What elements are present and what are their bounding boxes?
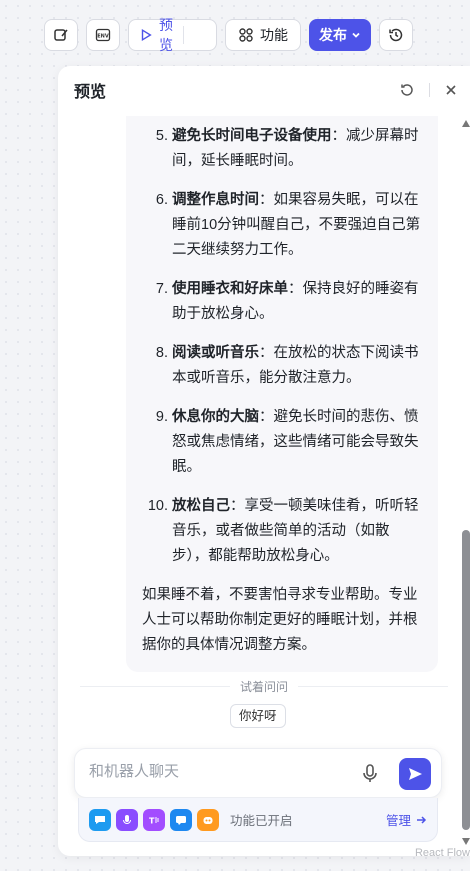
list-item: 6. 调整作息时间：如果容易失眠，可以在睡前10分钟叫醒自己，不要强迫自己第二天继… xyxy=(155,192,421,258)
scroll-down-arrow[interactable] xyxy=(462,838,470,845)
top-toolbar: ENV 预览 功能 发布 xyxy=(44,17,413,53)
tips-list: 5. 避免长时间电子设备使用：减少屏幕时间，延长睡眠时间。 6. 调整作息时间：如果… xyxy=(142,124,422,569)
preview-button[interactable]: 预览 xyxy=(129,17,183,53)
svg-text:ENV: ENV xyxy=(97,34,109,40)
chat-bubble-icon[interactable] xyxy=(89,808,111,831)
chevron-down-icon xyxy=(352,32,360,38)
list-item: 5. 避免长时间电子设备使用：减少屏幕时间，延长睡眠时间。 xyxy=(155,128,419,169)
try-ask-divider: 试着问问 xyxy=(58,678,470,695)
env-icon: ENV xyxy=(95,28,111,42)
send-icon xyxy=(409,768,422,780)
debug-button[interactable] xyxy=(184,20,200,50)
publish-button[interactable]: 发布 xyxy=(309,19,371,51)
list-button[interactable] xyxy=(200,20,216,50)
divider xyxy=(429,83,430,97)
feature-button[interactable]: 功能 xyxy=(225,19,301,51)
preview-label: 预览 xyxy=(159,17,173,53)
plugin-status: 功能已开启 xyxy=(230,814,293,828)
list-item: 8. 阅读或听音乐：在放松的状态下阅读书本或听音乐，能分散注意力。 xyxy=(155,345,419,386)
robot-icon[interactable] xyxy=(197,808,219,831)
chat-input[interactable] xyxy=(89,763,329,780)
chat-window-icon[interactable] xyxy=(170,808,192,831)
bot-message: 5. 避免长时间电子设备使用：减少屏幕时间，延长睡眠时间。 6. 调整作息时间：如果… xyxy=(126,116,438,672)
play-icon xyxy=(141,28,152,42)
panel-title: 预览 xyxy=(74,84,107,101)
text-to-speech-icon[interactable]: T xyxy=(143,808,165,831)
closing-paragraph: 如果睡不着，不要害怕寻求专业帮助。专业人士可以帮助你制定更好的睡眠计划，并根据你… xyxy=(142,587,418,653)
send-button[interactable] xyxy=(399,758,431,790)
grid-icon xyxy=(239,28,253,42)
edit-note-icon xyxy=(54,29,68,41)
list-item: 10. 放松自己：享受一顿美味佳肴，听听轻音乐，或者做些简单的活动（如散步），都能… xyxy=(147,498,419,564)
edit-icon-button[interactable] xyxy=(44,19,78,51)
suggested-question[interactable]: 你好呀 xyxy=(230,704,286,728)
arrow-right-icon xyxy=(417,815,427,824)
publish-label: 发布 xyxy=(319,27,347,43)
microphone-icon[interactable] xyxy=(361,763,379,783)
env-button[interactable]: ENV xyxy=(86,19,120,51)
microphone-plugin-icon[interactable] xyxy=(116,808,138,831)
manage-label: 管理 xyxy=(385,814,411,828)
list-item: 9. 休息你的大脑：避免长时间的悲伤、愤怒或焦虑情绪，这些情绪可能会导致失眠。 xyxy=(155,409,419,475)
list-item: 7. 使用睡衣和好床单：保持良好的睡姿有助于放松身心。 xyxy=(155,281,419,322)
react-flow-watermark: React Flow xyxy=(414,847,470,859)
scroll-up-arrow[interactable] xyxy=(462,120,470,127)
close-icon[interactable] xyxy=(444,83,458,97)
try-ask-label: 试着问问 xyxy=(239,680,288,694)
panel-actions xyxy=(399,82,458,98)
scrollbar-thumb[interactable] xyxy=(462,530,470,830)
plugin-bar: T 功能已开启 管理 xyxy=(78,798,438,842)
feature-label: 功能 xyxy=(260,27,288,43)
chat-input-box xyxy=(74,748,442,798)
svg-text:T: T xyxy=(149,816,155,825)
refresh-icon[interactable] xyxy=(399,82,415,98)
history-button[interactable] xyxy=(379,19,413,51)
manage-link[interactable]: 管理 xyxy=(386,810,427,829)
history-icon xyxy=(389,28,403,42)
preview-panel: 预览 5. 避免长时间电子设备使用：减少屏幕时间，延长睡眠时间。 6. 调整作息时间… xyxy=(58,66,470,856)
preview-group: 预览 xyxy=(128,17,217,53)
chat-area[interactable]: 5. 避免长时间电子设备使用：减少屏幕时间，延长睡眠时间。 6. 调整作息时间：如果… xyxy=(58,116,470,726)
